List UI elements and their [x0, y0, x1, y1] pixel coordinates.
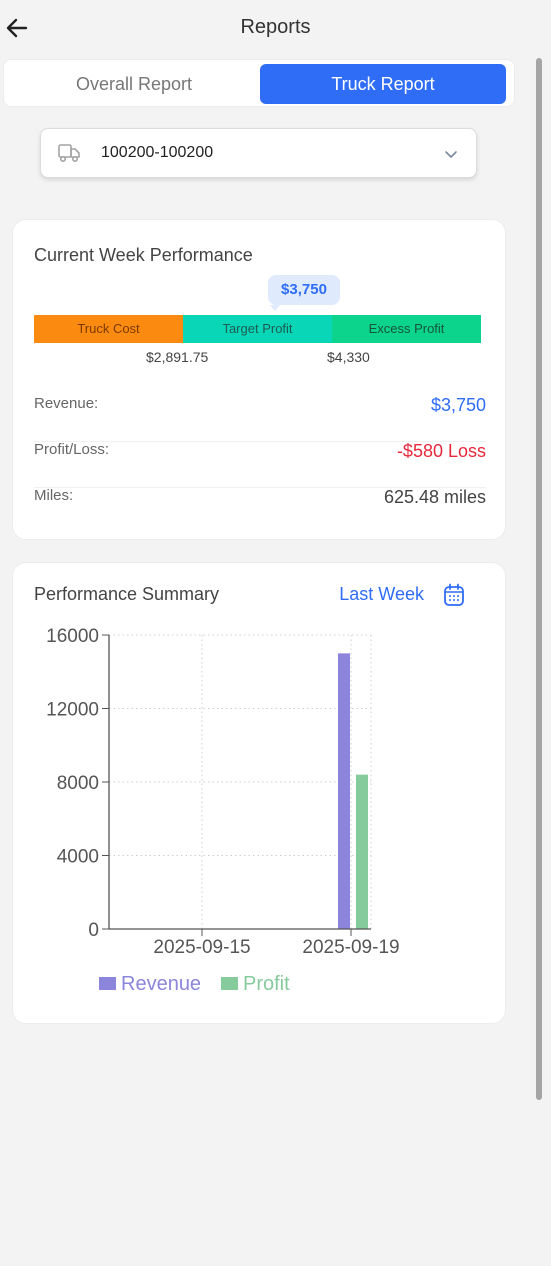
legend-swatch-revenue: [99, 977, 116, 990]
legend-label-revenue: Revenue: [121, 973, 201, 995]
threshold-label-cost: $2,891.75: [146, 349, 209, 365]
segment-truck-cost: Truck Cost: [34, 315, 183, 343]
profit-loss-value: -$580 Loss: [396, 441, 486, 461]
current-value-marker: $3,750: [268, 275, 340, 311]
chevron-down-icon: [444, 147, 458, 165]
threshold-label-target: $4,330: [327, 349, 370, 365]
y-tick-label: 8000: [57, 773, 99, 794]
segment-excess-profit: Excess Profit: [332, 315, 481, 343]
y-tick-label: 4000: [57, 847, 99, 868]
revenue-label: Revenue:: [34, 395, 99, 412]
x-tick-label: 2025-09-15: [153, 937, 250, 958]
performance-summary-card: Performance Summary Last Week 0 4000 8000 1…: [12, 562, 506, 1024]
miles-label: Miles:: [34, 487, 74, 504]
current-week-title: Current Week Performance: [34, 245, 253, 265]
header: Reports: [0, 0, 551, 56]
x-tick-label: 2025-09-19: [302, 937, 399, 958]
current-week-card: Current Week Performance $3,750 Truck Co…: [12, 219, 506, 540]
tab-truck-report[interactable]: Truck Report: [260, 64, 506, 104]
tab-overall-report[interactable]: Overall Report: [8, 64, 260, 104]
miles-row: Miles: 625.48 miles: [34, 487, 486, 533]
bar-profit: [356, 774, 368, 929]
revenue-row: Revenue: $3,750: [34, 395, 486, 442]
profit-loss-label: Profit/Loss:: [34, 441, 110, 458]
legend-swatch-profit: [221, 977, 238, 990]
y-tick-label: 0: [88, 920, 99, 941]
revenue-value: $3,750: [430, 395, 486, 415]
segment-target-profit: Target Profit: [183, 315, 332, 343]
page-title: Reports: [240, 16, 311, 38]
performance-bar: Truck Cost Target Profit Excess Profit: [34, 315, 481, 343]
truck-select-value: 100200-100200: [101, 144, 214, 161]
y-tick-label: 16000: [46, 626, 99, 647]
legend-label-profit: Profit: [243, 973, 290, 995]
profit-loss-row: Profit/Loss: -$580 Loss: [34, 441, 486, 488]
y-tick-label: 12000: [46, 700, 99, 721]
report-tabs: Overall Report Truck Report: [3, 59, 515, 107]
miles-value: 625.48 miles: [383, 487, 486, 507]
performance-chart: 0 4000 8000 12000 16000 2025-09-15 2025-09-19 R…: [46, 626, 399, 995]
scrollbar-thumb[interactable]: [536, 58, 542, 1100]
truck-select[interactable]: 100200-100200: [40, 128, 477, 178]
truck-icon: [57, 142, 81, 169]
bar-revenue: [338, 653, 350, 929]
